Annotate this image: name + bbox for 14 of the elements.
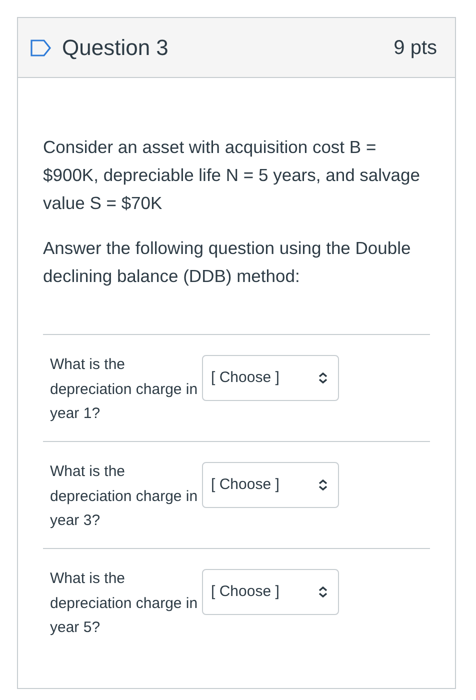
question-text: Consider an asset with acquisition cost B = $900K, depreciable life N = 5 years, and salvage value S = $70K (43, 136, 421, 215)
answer-dropdown[interactable]: [ Choose ] (202, 462, 339, 508)
flag-icon (30, 38, 52, 56)
row-prompt: What is the depreciation charge in year 3? (50, 462, 199, 531)
question-title: Question 3 (62, 34, 168, 62)
sort-icon (318, 372, 328, 384)
points-label: 9 pts (394, 36, 437, 60)
row-prompt: What is the depreciation charge in year 1? (50, 355, 199, 424)
row-prompt: What is the depreciation charge in year 5? (50, 569, 199, 638)
sort-icon (318, 479, 328, 491)
answer-dropdown[interactable]: [ Choose ] (202, 569, 339, 615)
sort-icon (318, 586, 328, 598)
answer-dropdown[interactable]: [ Choose ] (202, 355, 339, 401)
question-text: Answer the following question using the Double declining balance (DDB) method: (43, 237, 412, 288)
